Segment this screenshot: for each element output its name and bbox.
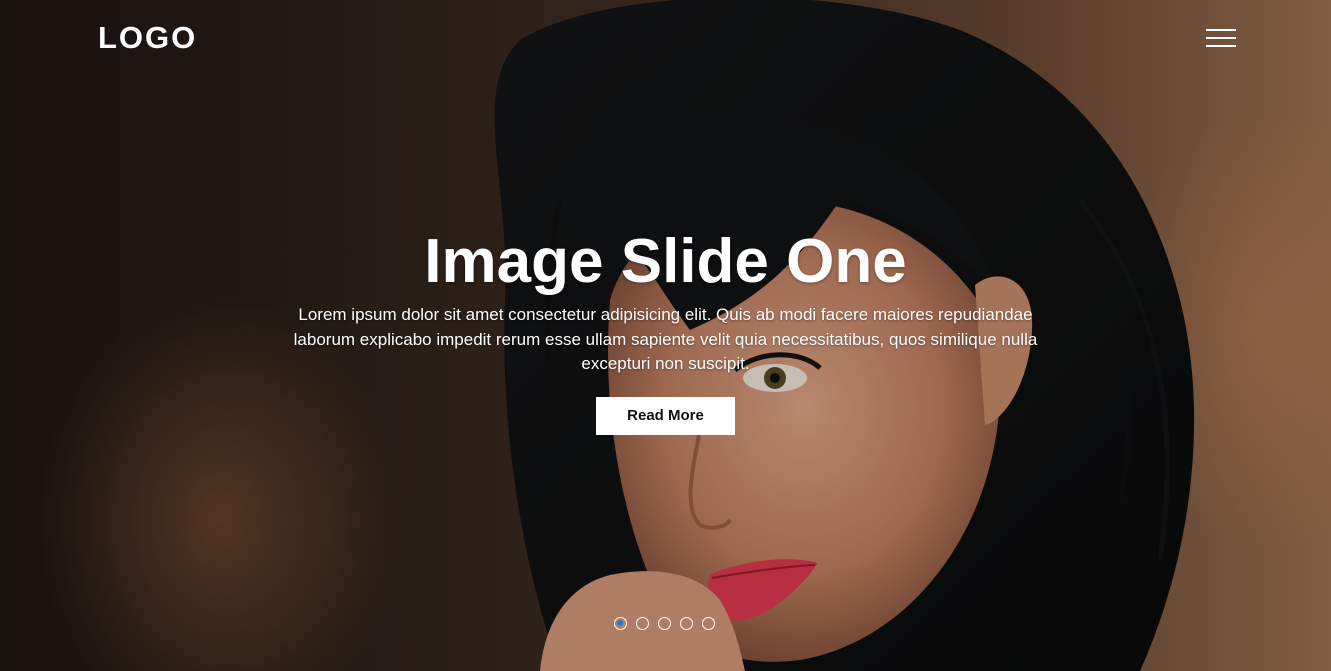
site-logo[interactable]: LOGO — [98, 20, 197, 56]
menu-line — [1206, 29, 1236, 31]
slide-dot-1[interactable] — [614, 617, 627, 630]
menu-line — [1206, 37, 1236, 39]
slide-dot-2[interactable] — [636, 617, 649, 630]
read-more-button[interactable]: Read More — [596, 396, 735, 435]
slider-pagination — [614, 617, 715, 631]
slide-description: Lorem ipsum dolor sit amet consectetur a… — [293, 305, 1038, 373]
menu-line — [1206, 45, 1236, 47]
hamburger-menu-icon[interactable] — [1204, 26, 1238, 52]
slide-dot-4[interactable] — [680, 617, 693, 630]
slide-dot-3[interactable] — [658, 617, 671, 630]
slide-caption: Image Slide One Lorem ipsum dolor sit am… — [0, 222, 1331, 435]
slide-dot-5[interactable] — [702, 617, 715, 630]
hero-slider: LOGO Image Slide One Lorem ipsum dolor s… — [0, 0, 1331, 671]
slide-title: Image Slide One — [424, 227, 907, 296]
